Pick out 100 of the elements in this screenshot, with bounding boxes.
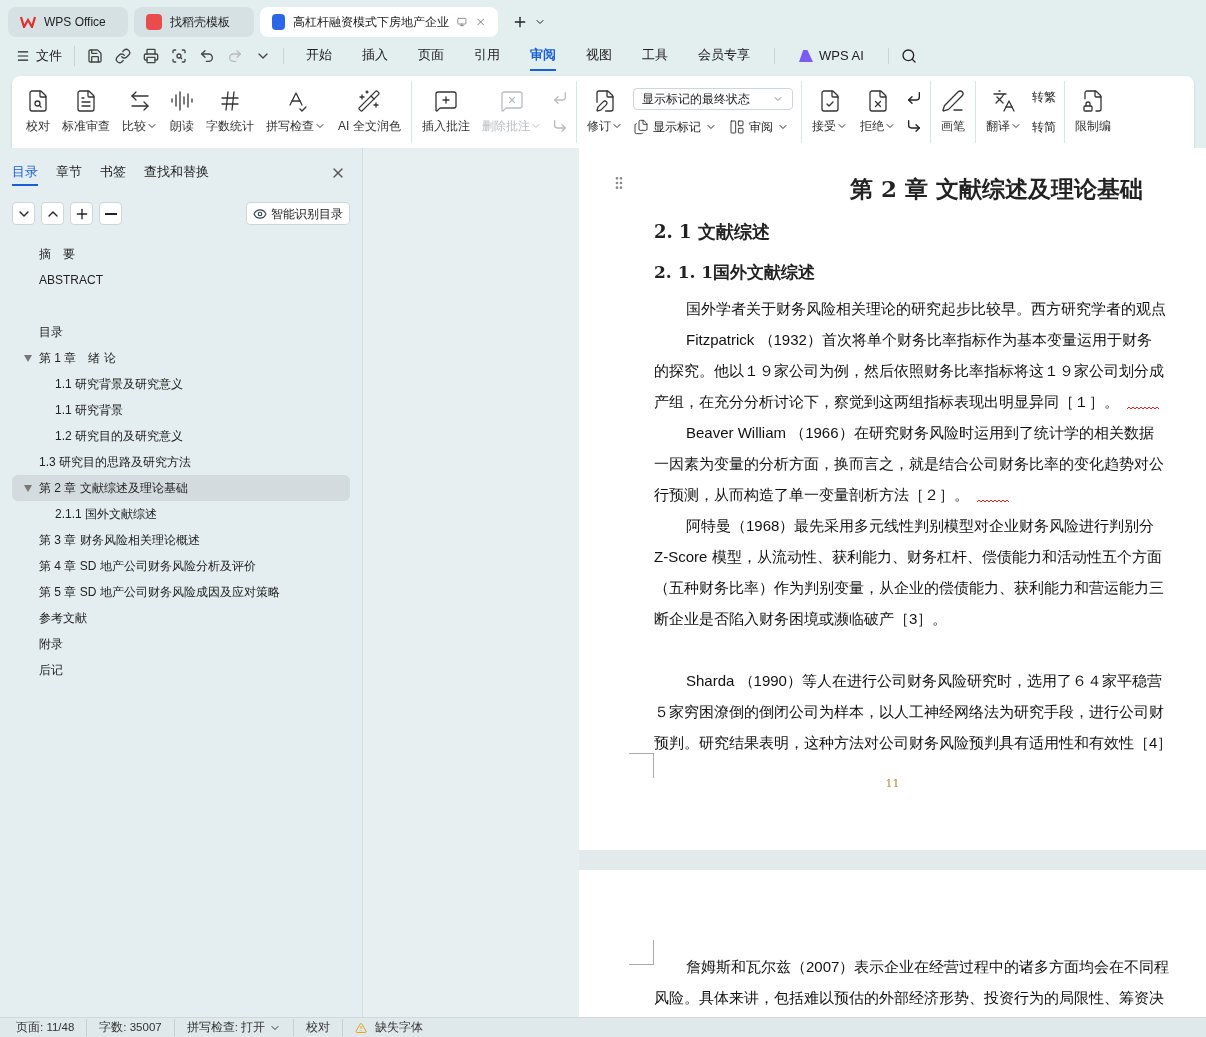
ribbon-tab[interactable]: 引用 (474, 41, 500, 71)
toolbar-button[interactable]: 接受 (805, 82, 854, 142)
toc-item[interactable]: 2.1.1 国外文献综述 (12, 501, 350, 527)
sidebar-tab[interactable]: 书签 (100, 160, 126, 186)
toolbar-button[interactable]: 标准审查 (56, 82, 116, 142)
proofread-button[interactable]: 校对 (294, 1018, 344, 1037)
toolbar-button[interactable]: 显示标记 (632, 118, 717, 136)
toolbar-button[interactable]: 转简 (1031, 118, 1056, 136)
document-icon (74, 89, 98, 113)
toolbar-button[interactable]: AI 全文润色 (332, 82, 407, 142)
toolbar-button[interactable]: 校对 (20, 82, 56, 142)
undo-icon[interactable] (199, 48, 215, 64)
monitor-icon (456, 16, 467, 28)
toc-item[interactable]: 目录 (12, 319, 350, 345)
markup-icon (632, 119, 649, 135)
smart-toc-button[interactable]: 智能识别目录 (246, 202, 350, 225)
save-icon[interactable] (87, 48, 103, 64)
toolbar-button[interactable]: 翻译 (979, 82, 1028, 142)
chapter-heading: 第 2 章 文献综述及理论基础 (850, 173, 1144, 204)
word-count: 字数: 35007 (87, 1018, 175, 1037)
body-text-line: Sharda （1990）等人在进行公司财务风险研究时，选用了６４家平稳营 (686, 671, 1162, 692)
expanded-triangle-icon[interactable] (24, 354, 32, 362)
toc-item[interactable]: 1.1 研究背景及研究意义 (12, 371, 350, 397)
sidebar-tab[interactable]: 章节 (56, 160, 82, 186)
toc-item[interactable]: 后记 (12, 657, 350, 683)
body-text-line: Beaver William （1966）在研究财务风险时运用到了统计学的相关数据 (686, 423, 1154, 444)
body-text-line: 产组，在充分分析讨论下，察觉到这两组指标表现出明显异同［１］。 (654, 392, 1119, 413)
magic-wand-icon (357, 89, 382, 113)
ribbon-tab[interactable]: 会员专享 (698, 41, 750, 71)
toolbar-button[interactable]: 修订 (580, 82, 629, 142)
document-lock-icon (1080, 89, 1105, 113)
document-tab[interactable]: 高杠杆融资模式下房地产企业 (260, 7, 498, 37)
body-text-line: （五种财务比率）作为判别变量，从企业的偿债能力、获利能力和营运能力三 (654, 578, 1164, 599)
ribbon-tab[interactable]: 页面 (418, 41, 444, 71)
link-icon[interactable] (115, 48, 131, 64)
missing-fonts-button[interactable]: 缺失字体 (367, 1018, 432, 1037)
body-text-line: 的探究。他以１９家公司为例，然后依照财务比率指标将这１９家公司划分成 (654, 361, 1164, 382)
toc-item[interactable]: 1.3 研究目的思路及研究方法 (12, 449, 350, 475)
sidebar-tab[interactable]: 目录 (12, 160, 38, 186)
read-aloud-icon (170, 89, 194, 113)
print-preview-icon[interactable] (171, 48, 187, 64)
page-count: 页面: 11/48 (16, 1018, 88, 1037)
toolbar-button[interactable]: 字数统计 (200, 82, 260, 142)
ribbon-tab[interactable]: 开始 (306, 41, 332, 71)
margin-corner-mark (629, 753, 654, 778)
comment-delete-icon (499, 89, 524, 113)
toc-item[interactable]: 1.1 研究背景 (12, 397, 350, 423)
toolbar-button[interactable]: 转繁 (1031, 88, 1056, 106)
body-text-line: Z-Score 模型，从流动性、获利能力、财务杠杆、偿债能力和活动性五个方面 (654, 547, 1162, 568)
body-text-line: 一因素为变量的分析方面，换而言之，就是结合公司财务比率的变化趋势对公 (654, 454, 1164, 475)
ai-logo-icon (799, 50, 813, 62)
next-change-icon[interactable] (905, 118, 922, 134)
toc-item[interactable]: 附录 (12, 631, 350, 657)
document-tab[interactable]: 找稻壳模板 (134, 7, 254, 37)
search-icon[interactable] (900, 48, 917, 64)
markup-dropdown[interactable]: 显示标记的最终状态 (632, 88, 793, 110)
new-tab-icon[interactable] (512, 14, 528, 30)
previous-change-icon[interactable] (905, 90, 922, 106)
print-icon[interactable] (143, 48, 159, 64)
toolbar-button[interactable]: 拼写检查 (260, 82, 332, 142)
toc-item[interactable]: 第 5 章 SD 地产公司财务风险成因及应对策略 (12, 579, 350, 605)
page-number: 11 (885, 776, 900, 792)
toolbar-button[interactable]: 限制编 (1068, 82, 1117, 142)
toolbar-button[interactable]: 朗读 (164, 82, 200, 142)
toc-item[interactable]: 第 1 章 绪 论 (12, 345, 350, 371)
ribbon-tab[interactable]: 审阅 (530, 41, 556, 71)
expand-button[interactable] (12, 202, 35, 225)
minus-icon (104, 212, 117, 215)
sidebar-tab[interactable]: 查找和替换 (144, 160, 209, 186)
toc-item[interactable]: ABSTRACT (12, 267, 350, 293)
ribbon-tab[interactable]: 插入 (362, 41, 388, 71)
toc-item[interactable]: 1.2 研究目的及研究意义 (12, 423, 350, 449)
toolbar-button[interactable]: 审阅 (728, 118, 789, 136)
toc-item[interactable]: 第 3 章 财务风险相关理论概述 (12, 527, 350, 553)
wps-ai-button[interactable]: WPS AI (799, 46, 864, 66)
toc-item[interactable]: 摘 要 (12, 241, 350, 267)
wps-logo-icon (20, 16, 36, 28)
remove-button[interactable] (99, 202, 122, 225)
toc-item[interactable]: 参考文献 (12, 605, 350, 631)
toolbar-button[interactable]: 插入批注 (415, 82, 476, 142)
toolbar-button[interactable]: 画笔 (934, 82, 971, 142)
toolbar-button[interactable]: 比较 (116, 82, 164, 142)
toolbar-button[interactable]: 拒绝 (853, 82, 902, 142)
ribbon-tab[interactable]: 工具 (642, 41, 668, 71)
body-text-line: 詹姆斯和瓦尔兹（2007）表示企业在经营过程中的诸多方面均会在不同程 (686, 957, 1170, 978)
toc-item[interactable]: 第 2 章 文献综述及理论基础 (12, 475, 350, 501)
writer-doc-icon (272, 14, 285, 30)
body-text-line: 风险。具体来讲，包括难以预估的外部经济形势、投资行为的局限性、筹资决 (654, 988, 1164, 1009)
warning-icon (355, 1021, 368, 1034)
add-button[interactable] (70, 202, 93, 225)
ribbon-tab[interactable]: 视图 (586, 41, 612, 71)
expanded-triangle-icon[interactable] (24, 484, 32, 492)
toc-item[interactable]: 第 4 章 SD 地产公司财务风险分析及评价 (12, 553, 350, 579)
pen-icon (940, 89, 965, 113)
document-tab[interactable]: WPS Office (8, 7, 128, 37)
collapse-button[interactable] (41, 202, 64, 225)
body-text-line: 国外学者关于财务风险相关理论的研究起步比较早。西方研究学者的观点 (686, 299, 1166, 320)
file-menu[interactable]: 文件 (16, 46, 75, 66)
margin-corner-mark (629, 940, 654, 965)
spell-check-toggle[interactable]: 拼写检查: 打开 (174, 1018, 295, 1037)
